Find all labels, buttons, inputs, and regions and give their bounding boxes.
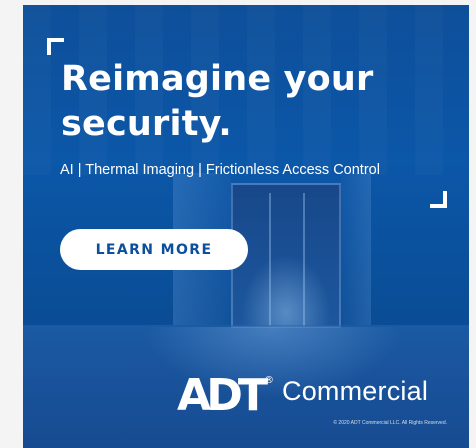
adt-logo-icon: ADT ®	[177, 370, 273, 413]
brand-lockup[interactable]: ADT ® Commercial	[177, 369, 428, 413]
registered-mark: ®	[264, 375, 273, 386]
adt-logo-text: ADT	[177, 370, 268, 413]
corner-bracket-bottom-right-icon	[430, 191, 447, 208]
copyright-notice: © 2020 ADT Commercial LLC. All Rights Re…	[333, 420, 447, 426]
learn-more-button[interactable]: LEARN MORE	[60, 229, 248, 270]
pillar-right	[341, 173, 371, 325]
headline: Reimagine your security.	[61, 57, 374, 147]
brand-word-commercial: Commercial	[282, 375, 429, 406]
subheadline: AI | Thermal Imaging | Frictionless Acce…	[60, 162, 380, 178]
headline-line-1: Reimagine your	[61, 59, 374, 99]
ad-banner[interactable]: Reimagine your security. AI | Thermal Im…	[23, 5, 469, 448]
headline-line-2: security.	[61, 104, 232, 144]
corner-bracket-top-left-icon	[47, 38, 64, 55]
door-light	[241, 255, 331, 327]
